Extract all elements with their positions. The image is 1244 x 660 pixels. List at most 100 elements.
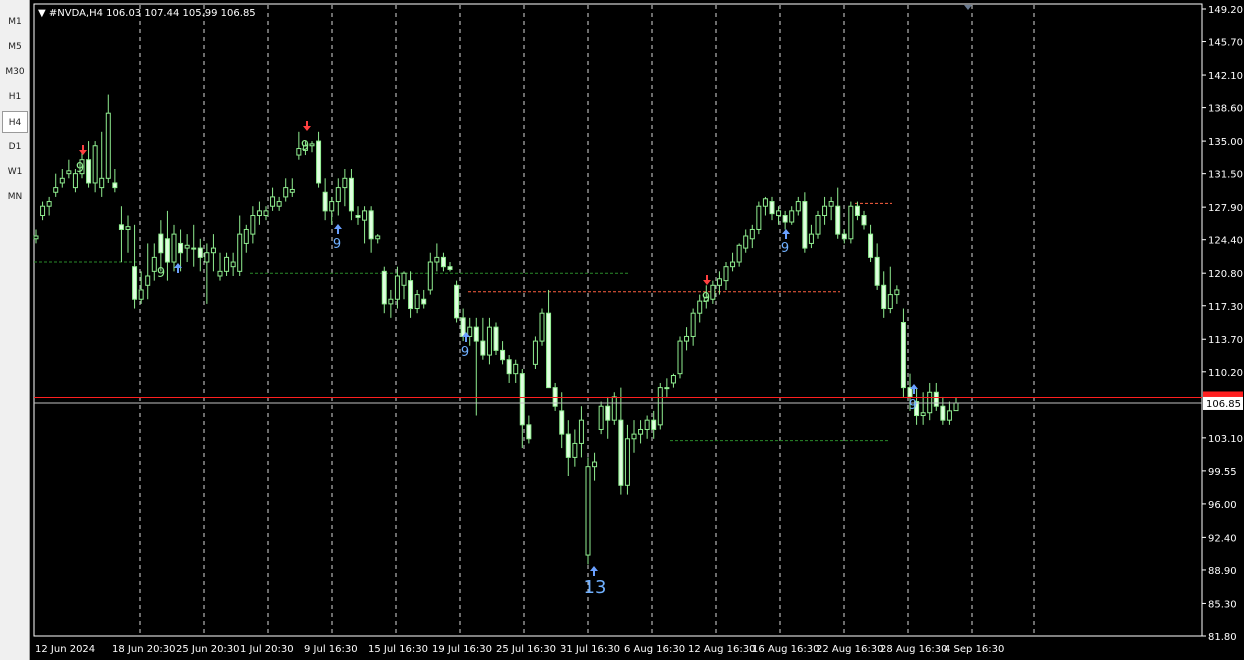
sell-arrow-icon — [79, 145, 87, 155]
timeframe-button-h4[interactable]: H4 — [2, 111, 28, 133]
y-tick-label: 99.55 — [1208, 467, 1237, 478]
timeframe-button-m1[interactable]: M1 — [2, 11, 28, 33]
timeframe-button-m5[interactable]: M5 — [2, 36, 28, 58]
x-tick-label: 6 Aug 16:30 — [624, 644, 685, 655]
bearish-candle — [900, 322, 906, 389]
bearish-candle — [454, 284, 460, 319]
bullish-candle — [598, 405, 604, 430]
y-tick-label: 127.90 — [1208, 203, 1243, 214]
bullish-candle — [99, 177, 105, 189]
y-tick-label: 81.80 — [1208, 632, 1237, 643]
bullish-candle — [624, 438, 630, 486]
sequential-count-label: 9 — [461, 345, 469, 360]
y-tick-label: 142.10 — [1208, 71, 1243, 82]
bullish-candle — [138, 289, 144, 300]
y-tick-label: 120.80 — [1208, 269, 1243, 280]
bullish-candle — [539, 312, 545, 342]
bullish-candle — [532, 340, 538, 365]
bearish-candle — [605, 405, 611, 421]
bearish-candle — [835, 205, 841, 235]
y-tick-label: 135.00 — [1208, 137, 1243, 148]
buy-arrow-icon — [334, 224, 342, 234]
bullish-candle — [756, 205, 762, 230]
bearish-candle — [158, 233, 164, 254]
bearish-candle — [546, 312, 552, 389]
bullish-candle — [184, 244, 190, 249]
bullish-candle — [362, 210, 368, 221]
bullish-candle — [191, 247, 197, 250]
x-tick-label: 25 Jul 16:30 — [496, 644, 556, 655]
bearish-candle — [447, 266, 453, 270]
bullish-candle — [736, 244, 742, 263]
bullish-candle — [414, 294, 420, 310]
bearish-candle — [841, 233, 847, 240]
bearish-candle — [132, 266, 138, 300]
bullish-candle — [434, 256, 440, 263]
bullish-candle — [677, 340, 683, 375]
bearish-candle — [940, 405, 946, 421]
x-tick-label: 19 Jul 16:30 — [432, 644, 492, 655]
bearish-candle — [381, 270, 387, 305]
bearish-candle — [197, 247, 203, 258]
bullish-candle — [145, 275, 151, 286]
bullish-candle — [151, 256, 157, 272]
sequential-count-label: 9 — [909, 398, 917, 413]
price-chart: 12 Jun 2024 18 Jun 20:30 25 Jun 20:30 1 Jul… — [33, 3, 1243, 655]
bullish-candle — [592, 461, 598, 468]
bearish-candle — [421, 298, 427, 305]
bearish-candle — [861, 215, 867, 226]
bullish-candle — [795, 201, 801, 212]
bullish-candle — [631, 433, 637, 440]
bullish-candle — [657, 387, 663, 426]
x-tick-label: 12 Aug 16:30 — [688, 644, 755, 655]
bullish-candle — [204, 252, 210, 263]
sequential-count-label: 9 — [781, 241, 789, 256]
timeframe-button-mn[interactable]: MN — [2, 186, 28, 208]
bullish-candle — [335, 187, 341, 203]
bullish-candle — [283, 187, 289, 198]
bullish-candle — [401, 272, 407, 286]
bullish-candle — [670, 375, 676, 384]
bearish-candle — [519, 373, 525, 426]
timeframe-button-h1[interactable]: H1 — [2, 86, 28, 108]
bullish-candle — [690, 312, 696, 337]
bullish-candle — [723, 266, 729, 282]
bullish-candle — [263, 210, 269, 217]
timeframe-toolbar: M1 M5 M30 H1 H4 D1 W1 MN — [0, 0, 30, 660]
y-tick-label: 145.70 — [1208, 38, 1243, 49]
bullish-candle — [638, 428, 644, 435]
y-tick-label: 131.50 — [1208, 170, 1243, 181]
timeframe-button-m30[interactable]: M30 — [2, 61, 28, 83]
sell-arrow-icon — [703, 275, 711, 285]
bearish-candle — [802, 201, 808, 249]
x-tick-label: 12 Jun 2024 — [35, 644, 95, 655]
chart-header: ▼ #NVDA,H4 106.03 107.44 105.99 106.85 — [38, 8, 256, 19]
x-tick-label: 16 Aug 16:30 — [752, 644, 819, 655]
sequential-count-label: 9 — [157, 266, 165, 281]
bearish-candle — [473, 326, 479, 342]
bearish-candle — [460, 317, 466, 337]
bullish-candle — [644, 419, 650, 430]
bearish-candle — [118, 224, 124, 230]
y-tick-label: 124.40 — [1208, 236, 1243, 247]
bearish-candle — [881, 284, 887, 310]
bullish-candle — [664, 387, 670, 390]
bearish-candle — [440, 256, 446, 268]
bullish-candle — [611, 396, 617, 421]
bearish-candle — [506, 359, 512, 375]
bullish-candle — [710, 284, 716, 300]
bullish-candle — [716, 278, 722, 286]
bullish-candle — [210, 247, 216, 254]
timeframe-button-d1[interactable]: D1 — [2, 136, 28, 158]
bearish-candle — [559, 410, 565, 435]
timeframe-button-w1[interactable]: W1 — [2, 161, 28, 183]
bullish-candle — [585, 466, 591, 556]
bullish-candle — [808, 233, 814, 244]
bullish-candle — [342, 177, 348, 189]
bearish-candle — [874, 256, 880, 286]
bullish-candle — [329, 201, 335, 212]
bearish-candle — [526, 424, 532, 440]
bullish-candle — [394, 275, 400, 300]
bearish-candle — [316, 140, 322, 184]
bullish-candle — [743, 235, 749, 249]
